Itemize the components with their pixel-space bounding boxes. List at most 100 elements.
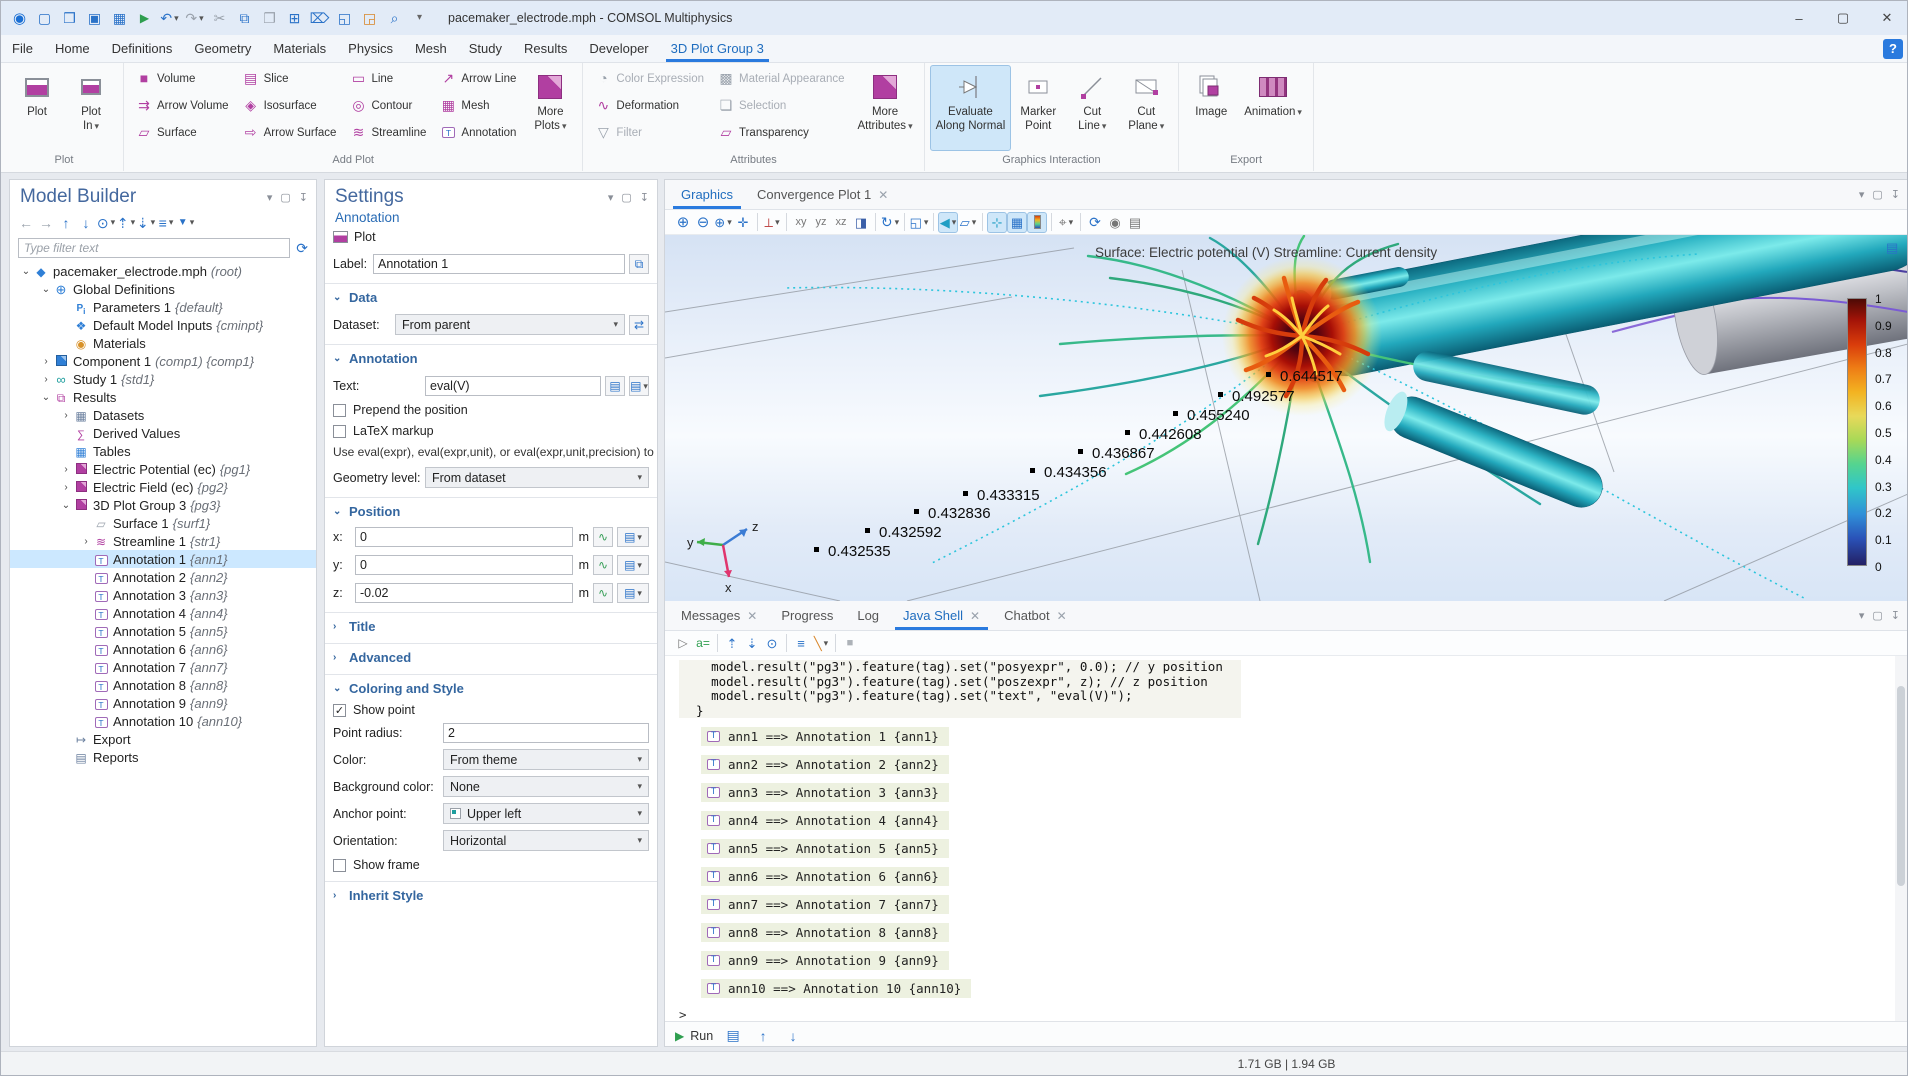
run-icon[interactable]: ▶: [134, 7, 155, 29]
redo-icon[interactable]: ↷▾: [184, 7, 205, 29]
marker-point-button[interactable]: MarkerPoint: [1011, 65, 1065, 151]
save-icon[interactable]: ▣: [84, 7, 105, 29]
ribbon-tab-3d-plot-group-3[interactable]: 3D Plot Group 3: [660, 35, 775, 62]
zoom-extents-icon[interactable]: ✛: [733, 212, 753, 233]
ribbon-tab-results[interactable]: Results: [513, 35, 578, 62]
open-icon[interactable]: ❒: [59, 7, 80, 29]
copy-icon[interactable]: ⧉: [234, 7, 255, 29]
point-radius-field[interactable]: [443, 723, 649, 743]
expression-menu-icon[interactable]: ▤▾: [617, 555, 649, 575]
plot-in-button[interactable]: PlotIn▾: [64, 65, 118, 151]
save-as-icon[interactable]: ▦: [109, 7, 130, 29]
range-icon[interactable]: ∿: [593, 555, 613, 575]
customize-icon[interactable]: ▾: [409, 7, 430, 29]
view-xz-icon[interactable]: xz: [831, 212, 851, 233]
cut-line-button[interactable]: CutLine▾: [1065, 65, 1119, 151]
position-section-header[interactable]: ⌄Position: [325, 504, 657, 519]
expression-menu-icon[interactable]: ▤▾: [617, 583, 649, 603]
new-file-icon[interactable]: ▢: [34, 7, 55, 29]
panel-float-icon[interactable]: ▢: [1872, 609, 1882, 622]
zoom-in-icon[interactable]: ⊕: [673, 212, 693, 233]
stop-icon[interactable]: ■: [840, 633, 860, 654]
tree-node-pacemaker_electrode-mph[interactable]: ⌄◆pacemaker_electrode.mph(root): [10, 262, 316, 280]
plot-settings-icon[interactable]: ▤: [1886, 240, 1898, 256]
show-grid-icon[interactable]: ▦: [1007, 212, 1027, 233]
expand-all-icon[interactable]: ⇡: [722, 633, 742, 654]
find-icon[interactable]: ⌕: [384, 7, 405, 29]
expand-up-icon[interactable]: ⇡▾: [116, 212, 136, 233]
tree-node-surface-1[interactable]: ▱Surface 1{surf1}: [10, 514, 316, 532]
title-section-header[interactable]: ›Title: [325, 619, 657, 634]
ribbon-deformation-button[interactable]: ∿Deformation: [590, 92, 709, 119]
close-tab-icon[interactable]: ✕: [747, 609, 757, 623]
columns-icon[interactable]: ≡▾: [156, 212, 176, 233]
tree-node-electric-potential--ec-[interactable]: ›Electric Potential (ec){pg1}: [10, 460, 316, 478]
bottom-tab-chatbot[interactable]: Chatbot✕: [992, 601, 1079, 630]
tree-expander-icon[interactable]: ⌄: [40, 284, 52, 295]
ribbon-volume-button[interactable]: ■Volume: [131, 65, 234, 92]
ribbon-tab-geometry[interactable]: Geometry: [183, 35, 262, 62]
tree-node-electric-field--ec-[interactable]: ›Electric Field (ec){pg2}: [10, 478, 316, 496]
bottom-tab-messages[interactable]: Messages✕: [669, 601, 769, 630]
shell-file-icon[interactable]: ▷: [673, 633, 693, 654]
panel-pin-icon[interactable]: ↧: [1891, 188, 1900, 201]
tree-node-annotation-7[interactable]: TAnnotation 7{ann7}: [10, 658, 316, 676]
tree-filter-input[interactable]: [18, 238, 290, 258]
animation-button[interactable]: Animation▾: [1238, 65, 1308, 151]
wrap-lines-icon[interactable]: ≡: [791, 633, 811, 654]
ribbon-transparency-button[interactable]: ▱Transparency: [713, 119, 849, 146]
settings-plot-button[interactable]: Plot: [354, 230, 376, 244]
tree-expander-icon[interactable]: ⌄: [60, 500, 72, 511]
projection-icon[interactable]: ◨: [851, 212, 871, 233]
annotation-label-field[interactable]: [373, 254, 625, 274]
delete-icon[interactable]: ⌦: [309, 7, 330, 29]
ribbon-streamline-button[interactable]: ≋Streamline: [345, 119, 431, 146]
cut-plane-button[interactable]: CutPlane▾: [1119, 65, 1173, 151]
tree-node-streamline-1[interactable]: ›≋Streamline 1{str1}: [10, 532, 316, 550]
evaluate-along-normal-button[interactable]: EvaluateAlong Normal: [930, 65, 1012, 151]
close-tab-icon[interactable]: ✕: [970, 609, 980, 623]
select-icon[interactable]: ⌖▾: [1056, 212, 1076, 233]
tree-node-reports[interactable]: ▤Reports: [10, 748, 316, 766]
tree-node-component-1[interactable]: ›Component 1(comp1) {comp1}: [10, 352, 316, 370]
annotation-section-header[interactable]: ⌄Annotation: [325, 351, 657, 366]
plot-canvas[interactable]: Surface: Electric potential (V) Streamli…: [665, 235, 1908, 601]
latex-markup-checkbox[interactable]: [333, 425, 346, 438]
close-tab-icon[interactable]: ✕: [1057, 609, 1067, 623]
back-icon[interactable]: ←: [16, 212, 36, 233]
bottom-tab-progress[interactable]: Progress: [769, 601, 845, 630]
assign-icon[interactable]: a=: [693, 633, 713, 654]
close-tab-icon[interactable]: ✕: [878, 188, 888, 202]
update-plot-icon[interactable]: ⟳: [1085, 212, 1105, 233]
inherit-style-section-header[interactable]: ›Inherit Style: [325, 888, 657, 903]
tree-node-export[interactable]: ↦Export: [10, 730, 316, 748]
bottom-tab-log[interactable]: Log: [845, 601, 891, 630]
transparency-toggle-icon[interactable]: ▱▾: [958, 212, 978, 233]
expression-menu-icon[interactable]: ▤▾: [617, 527, 649, 547]
panel-menu-icon[interactable]: ▾: [267, 191, 273, 204]
select-box-icon[interactable]: ◱: [334, 7, 355, 29]
paste-icon[interactable]: ❐: [259, 7, 280, 29]
expand-down-icon[interactable]: ⇣▾: [136, 212, 156, 233]
ribbon-contour-button[interactable]: ◎Contour: [345, 92, 431, 119]
filter-funnel-icon[interactable]: ▼▾: [176, 212, 196, 233]
scene-icon[interactable]: ◱▾: [909, 212, 929, 233]
tree-node-annotation-9[interactable]: TAnnotation 9{ann9}: [10, 694, 316, 712]
duplicate-icon[interactable]: ⊞: [284, 7, 305, 29]
shell-prompt[interactable]: >: [679, 1007, 1908, 1021]
history-down-icon[interactable]: ↓: [783, 1025, 803, 1046]
show-icon[interactable]: ⊙▾: [96, 212, 116, 233]
panel-menu-icon[interactable]: ▾: [608, 191, 614, 204]
close-button[interactable]: ✕: [1865, 1, 1908, 35]
collapse-all-icon[interactable]: ⇣: [742, 633, 762, 654]
tree-expander-icon[interactable]: ⌄: [20, 266, 32, 277]
ribbon-surface-button[interactable]: ▱Surface: [131, 119, 234, 146]
ribbon-annotation-button[interactable]: TAnnotation: [435, 119, 521, 146]
rotate-view-icon[interactable]: ↻▾: [880, 212, 900, 233]
range-icon[interactable]: ∿: [593, 583, 613, 603]
ribbon-tab-mesh[interactable]: Mesh: [404, 35, 458, 62]
move-down-icon[interactable]: ↓: [76, 212, 96, 233]
tree-expander-icon[interactable]: ›: [60, 410, 72, 421]
go-to-source-icon[interactable]: ⇄: [629, 315, 649, 335]
clear-shell-icon[interactable]: ╲▾: [811, 633, 831, 654]
